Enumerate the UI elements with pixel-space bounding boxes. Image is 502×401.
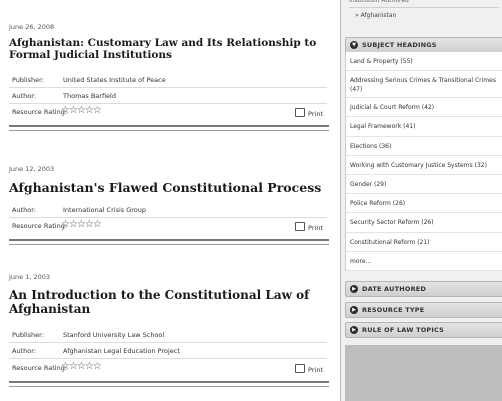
resource-type-toggle[interactable]: ▶ RESOURCE TYPE xyxy=(345,302,502,318)
expand-icon: ▼ xyxy=(350,41,358,49)
rule-of-law-label: RULE OF LAW TOPICS xyxy=(362,326,444,334)
author-value: Afghanistan Legal Education Project xyxy=(63,347,180,355)
result-title-link[interactable]: An Introduction to the Constitutional La… xyxy=(9,288,329,317)
facet-stub: Institution Authored xyxy=(349,0,499,8)
results-list: June 26, 2008 Afghanistan: Customary Law… xyxy=(0,0,340,401)
facet-sidebar: Institution Authored » Afghanistan ▼ SUB… xyxy=(340,0,502,401)
rating-row: Resource Rating: ☆☆☆☆☆ Print xyxy=(9,360,327,376)
print-label: Print xyxy=(308,366,323,374)
subject-headings-label: SUBJECT HEADINGS xyxy=(362,41,437,49)
facet-item[interactable]: Legal Framework (41) xyxy=(346,117,502,137)
publisher-label: Publisher: xyxy=(12,331,44,339)
rating-label: Resource Rating: xyxy=(12,364,68,372)
facet-item[interactable]: Land & Property (55) xyxy=(346,52,502,72)
facet-item[interactable]: Judicial & Court Reform (42) xyxy=(346,98,502,118)
facet-more-link[interactable]: more... xyxy=(346,252,502,271)
date-authored-label: DATE AUTHORED xyxy=(362,285,427,293)
print-button[interactable]: Print xyxy=(295,364,323,374)
facet-item[interactable]: Gender (29) xyxy=(346,175,502,195)
result-date: June 1, 2003 xyxy=(9,273,51,281)
date-authored-toggle[interactable]: ▶ DATE AUTHORED xyxy=(345,281,502,297)
breadcrumb-afghanistan[interactable]: » Afghanistan xyxy=(355,12,396,19)
divider xyxy=(9,381,329,387)
result-card: June 1, 2003 An Introduction to the Cons… xyxy=(5,0,330,401)
author-row: Author: Afghanistan Legal Education Proj… xyxy=(9,344,327,359)
printer-icon xyxy=(295,364,306,373)
subject-headings-toggle[interactable]: ▼ SUBJECT HEADINGS xyxy=(345,37,502,53)
facet-item[interactable]: Working with Customary Justice Systems (… xyxy=(346,156,502,175)
facet-item[interactable]: Constitutional Reform (21) xyxy=(346,233,502,252)
collapse-icon: ▶ xyxy=(350,326,358,334)
collapse-icon: ▶ xyxy=(350,285,358,293)
facet-item[interactable]: Addressing Serious Crimes & Transitional… xyxy=(346,71,502,99)
sidebar-footer-block xyxy=(345,345,502,401)
publisher-value: Stanford University Law School xyxy=(63,331,165,339)
facet-item[interactable]: Elections (36) xyxy=(346,137,502,156)
star-rating[interactable]: ☆☆☆☆☆ xyxy=(61,361,102,372)
rule-of-law-toggle[interactable]: ▶ RULE OF LAW TOPICS xyxy=(345,322,502,338)
facet-item[interactable]: Police Reform (26) xyxy=(346,194,502,214)
subject-list: Land & Property (55) Addressing Serious … xyxy=(345,52,502,271)
facet-item[interactable]: Security Sector Reform (26) xyxy=(346,213,502,233)
publisher-row: Publisher: Stanford University Law Schoo… xyxy=(9,328,327,343)
collapse-icon: ▶ xyxy=(350,306,358,314)
author-label: Author: xyxy=(12,347,36,355)
resource-type-label: RESOURCE TYPE xyxy=(362,306,425,314)
